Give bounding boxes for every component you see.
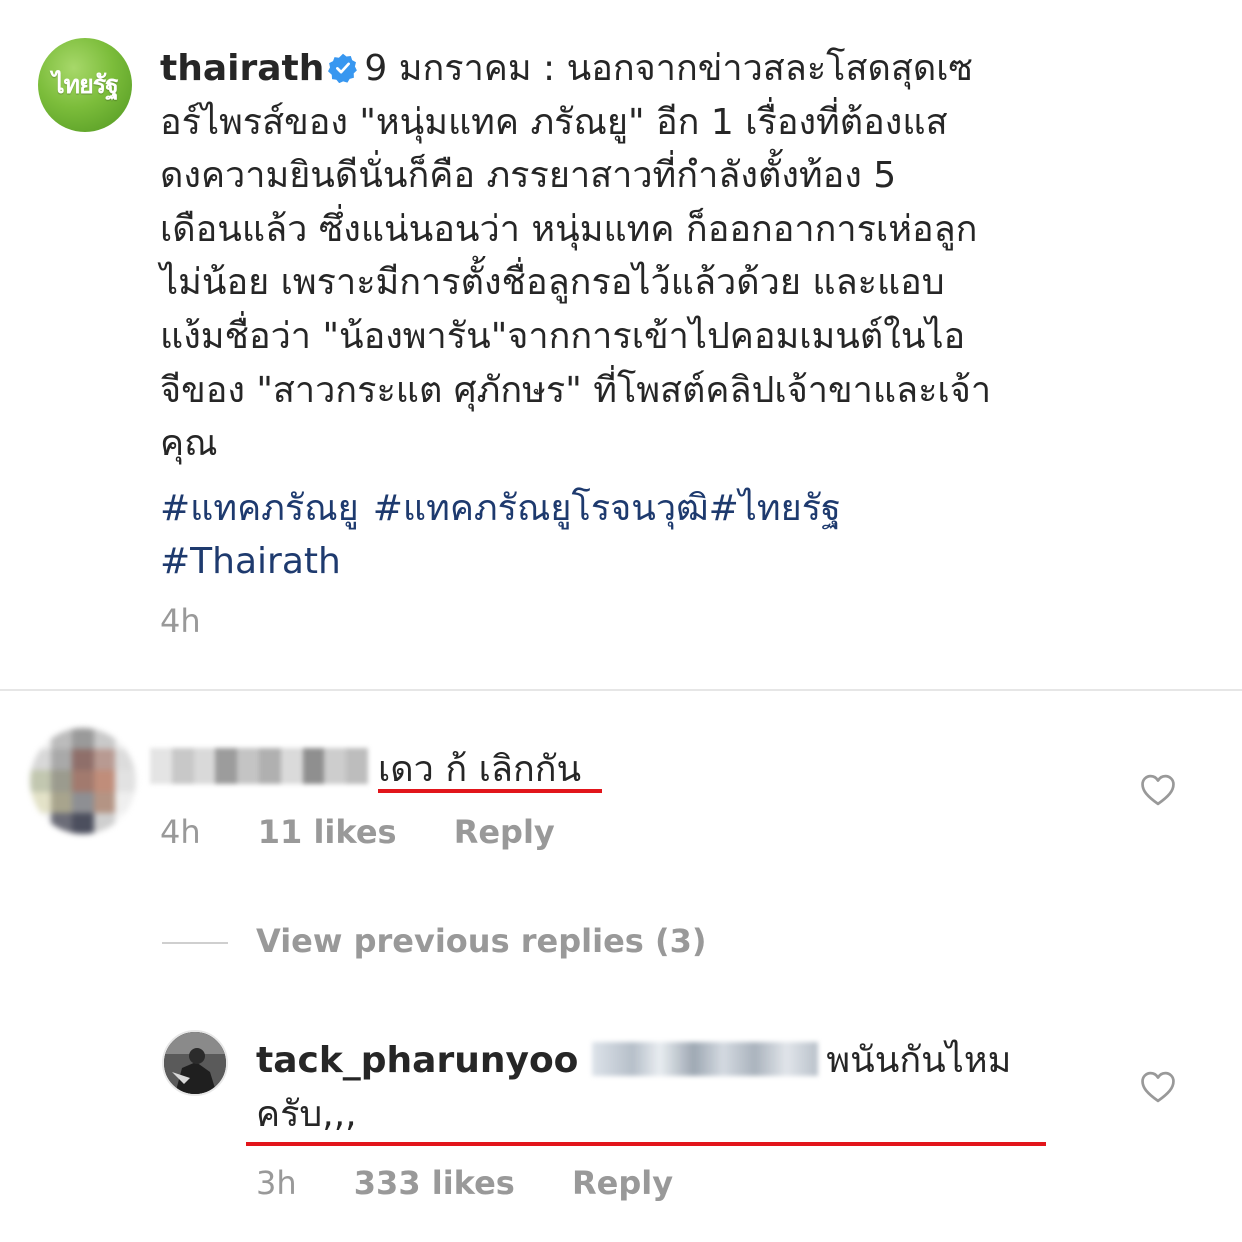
reply-timestamp: 3h	[256, 1164, 297, 1202]
heart-outline-icon[interactable]	[1139, 773, 1177, 807]
post-hashtags: #แทคภรัณยู #แทคภรัณยูโรจนวุฒิ#ไทยรัฐ #Tha…	[160, 482, 1060, 588]
hashtag-link[interactable]: #แทคภรัณยู	[160, 488, 359, 529]
heart-outline-icon[interactable]	[1139, 1070, 1177, 1104]
post-username[interactable]: thairath	[160, 48, 324, 89]
reply-text: ครับ,,,	[256, 1094, 357, 1135]
post-caption: thairath 9 มกราคม : นอกจากข่าวสละโสดสุดเ…	[160, 42, 1070, 471]
reply-text: พนันกันไหม	[826, 1040, 1012, 1081]
reply-reply-button[interactable]: Reply	[572, 1164, 673, 1202]
caption-line: ไม่น้อย เพราะมีการตั้งชื่อลูกรอไว้แล้วด้…	[160, 262, 945, 304]
avatar-photo	[164, 1032, 226, 1094]
annotation-underline	[378, 789, 602, 793]
caption-line: แง้มชื่อว่า "น้องพารัน"จากการเข้าไปคอมเม…	[160, 315, 966, 357]
commenter-username-blurred[interactable]	[150, 748, 368, 784]
comment-timestamp: 4h	[160, 813, 201, 851]
post-timestamp: 4h	[160, 602, 201, 640]
caption-line: ดงความยินดีนั่นก็คือ ภรรยาสาวที่กำลังตั้…	[160, 155, 897, 197]
reply-text-block: tack_pharunyoo พนันกันไหม ครับ,,,	[256, 1034, 1056, 1142]
reply-author-avatar[interactable]	[162, 1030, 228, 1096]
annotation-underline	[246, 1142, 1046, 1146]
reply-likes[interactable]: 333 likes	[354, 1164, 515, 1202]
mentioned-username-blurred[interactable]	[592, 1042, 819, 1076]
post-author-avatar[interactable]: ไทยรัฐ	[38, 38, 132, 132]
caption-divider	[0, 689, 1242, 691]
view-previous-replies-button[interactable]: View previous replies (3)	[256, 922, 706, 960]
caption-line: อร์ไพรส์ของ "หนุ่มแทค ภรัณยู" อีก 1 เรื่…	[160, 101, 948, 143]
comment-likes[interactable]: 11 likes	[258, 813, 397, 851]
caption-line: เดือนแล้ว ซึ่งแน่นอนว่า หนุ่มแทค ก็ออกอา…	[160, 208, 978, 250]
comment-meta: 4h 11 likes Reply	[160, 813, 555, 851]
caption-line: คุณ	[160, 423, 218, 465]
reply-username[interactable]: tack_pharunyoo	[256, 1040, 578, 1081]
reply-meta: 3h 333 likes Reply	[256, 1164, 673, 1202]
caption-line: จีของ "สาวกระแต ศุภักษร" ที่โพสต์คลิปเจ้…	[160, 369, 992, 411]
thairath-logo: ไทยรัฐ	[52, 70, 119, 99]
hashtag-link[interactable]: #แทคภรัณยูโรจนวุฒิ#ไทยรัฐ	[373, 488, 841, 529]
commenter-avatar-blurred[interactable]	[30, 728, 136, 834]
caption-line: 9 มกราคม : นอกจากข่าวสละโสดสุดเซ	[364, 48, 973, 89]
replies-indent-line	[162, 942, 228, 944]
verified-badge-icon	[328, 53, 358, 83]
comment-reply-button[interactable]: Reply	[454, 813, 555, 851]
hashtag-link[interactable]: #Thairath	[160, 541, 341, 582]
